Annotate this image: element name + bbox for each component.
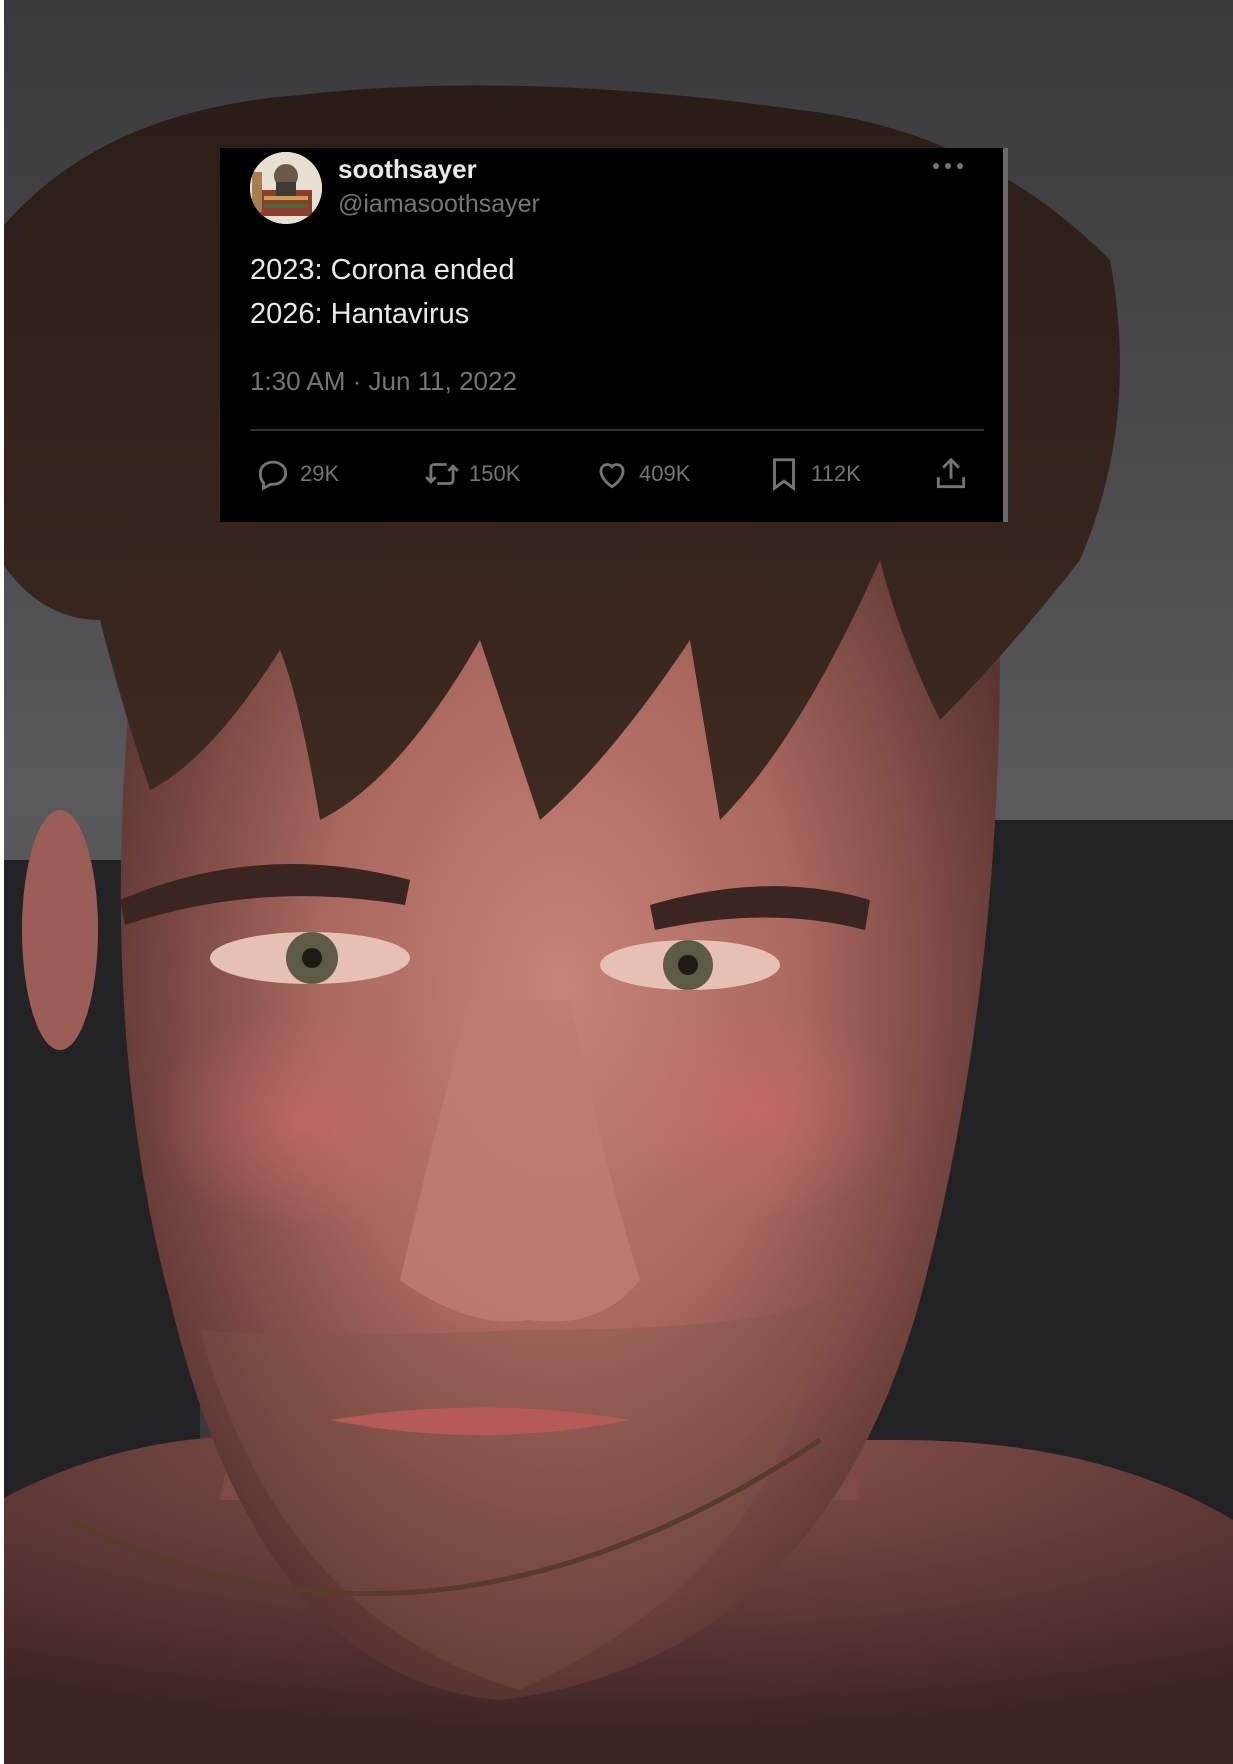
tweet-text-line: 2023: Corona ended [250,254,515,286]
profile-avatar[interactable] [250,152,322,224]
display-name[interactable]: soothsayer [338,154,477,185]
tweet-text: 2023: Corona ended 2026: Hantavirus [250,248,514,336]
retweet-icon [425,463,459,485]
reply-count: 29K [300,461,340,486]
reply-button[interactable]: 29K [254,452,339,496]
left-edge-strip [0,0,4,1764]
ellipsis-icon[interactable] [928,156,968,176]
tweet-card[interactable]: soothsayer @iamasoothsayer 2023: Corona … [220,148,1008,522]
like-button[interactable]: 409K [593,452,690,496]
retweet-button[interactable]: 150K [423,452,520,496]
divider [250,429,984,431]
like-count: 409K [639,461,691,486]
reply-icon [258,460,288,491]
avatar-image [250,152,322,224]
bookmark-icon [773,458,795,492]
share-icon [936,457,966,489]
retweet-count: 150K [469,461,521,486]
bookmark-count: 112K [811,461,861,486]
heart-icon [599,463,625,489]
video-frame: soothsayer @iamasoothsayer 2023: Corona … [0,0,1233,1764]
user-handle[interactable]: @iamasoothsayer [338,190,540,219]
bookmark-button[interactable]: 112K [765,452,861,496]
share-button[interactable] [932,452,978,496]
tweet-timestamp[interactable]: 1:30 AM · Jun 11, 2022 [250,366,517,397]
card-edge [1003,148,1008,522]
tweet-text-line: 2026: Hantavirus [250,298,470,330]
